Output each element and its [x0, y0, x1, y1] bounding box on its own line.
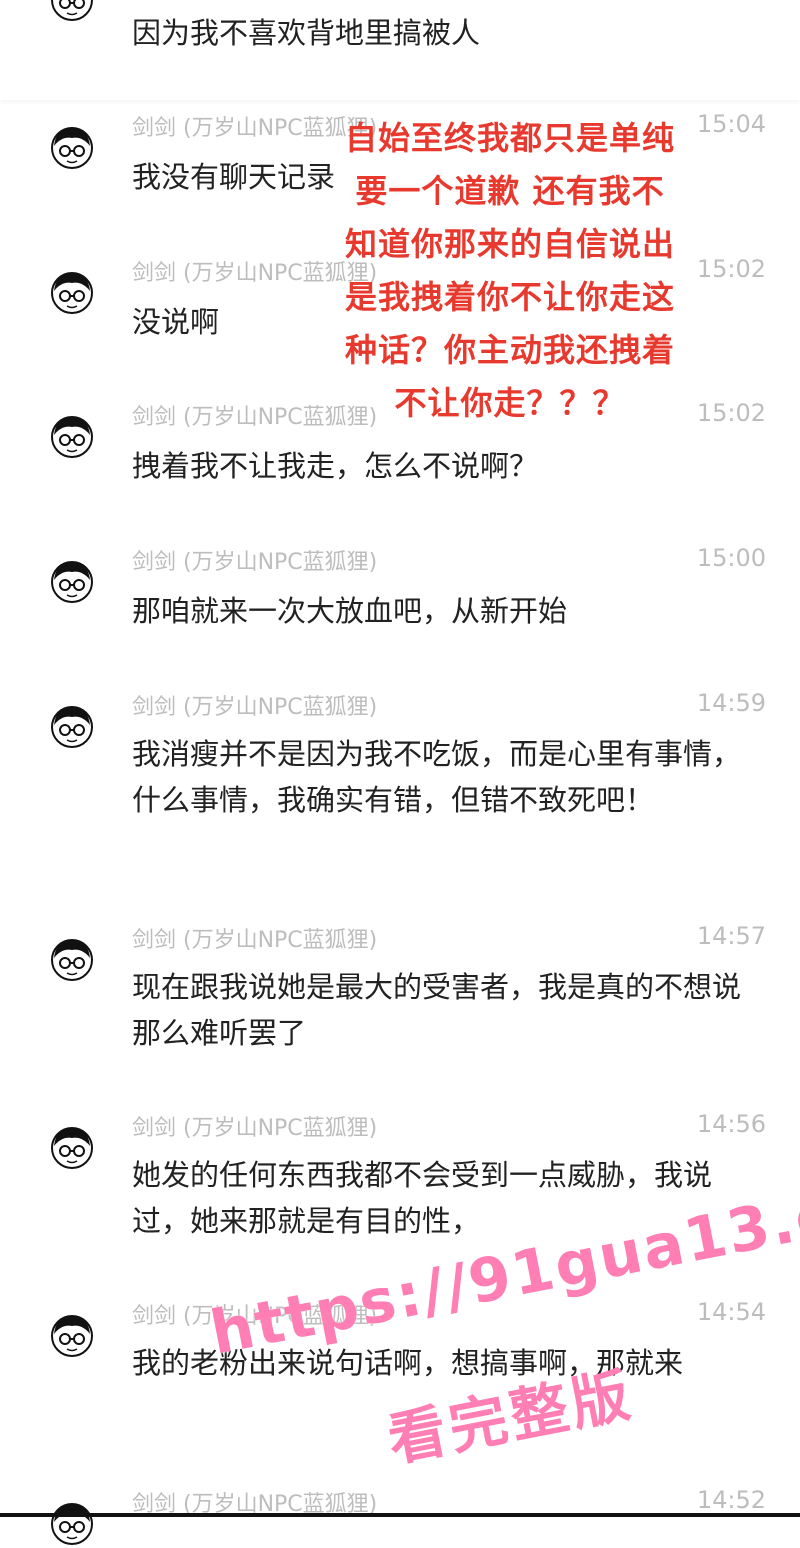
sender-name: 剑剑 (万岁山NPC蓝狐狸): [132, 405, 378, 430]
avatar-icon[interactable]: [48, 413, 96, 461]
message-time: 15:02: [696, 255, 766, 283]
message-time: 14:57: [696, 922, 766, 950]
sender-name: 剑剑 (万岁山NPC蓝狐狸): [132, 1116, 378, 1141]
sender-name: 剑剑 (万岁山NPC蓝狐狸): [132, 550, 378, 575]
avatar-icon[interactable]: [48, 0, 96, 24]
avatar-icon[interactable]: [48, 936, 96, 984]
message-time: 15:04: [696, 110, 766, 138]
top-message-card: 因为我不喜欢背地里搞被人: [0, 0, 800, 100]
sender-name: 剑剑 (万岁山NPC蓝狐狸): [132, 116, 378, 141]
message-text: 拽着我不让我走，怎么不说啊？: [132, 449, 539, 483]
message-text: 现在跟我说她是最大的受害者，我是真的不想说那么难听罢了: [132, 970, 742, 1050]
sender-name: 剑剑 (万岁山NPC蓝狐狸): [132, 928, 378, 953]
avatar-icon[interactable]: [48, 124, 96, 172]
avatar-icon[interactable]: [48, 1500, 96, 1548]
message-time: 14:56: [696, 1110, 766, 1138]
sender-name: 剑剑 (万岁山NPC蓝狐狸): [132, 261, 378, 286]
message-time: 14:54: [696, 1298, 766, 1326]
message-time: 15:00: [696, 544, 766, 572]
sender-name: 剑剑 (万岁山NPC蓝狐狸): [132, 695, 378, 720]
avatar-icon[interactable]: [48, 1312, 96, 1360]
bottom-bar: [0, 1513, 800, 1517]
avatar-icon[interactable]: [48, 558, 96, 606]
message-time: 15:02: [696, 399, 766, 427]
message-text: 我消瘦并不是因为我不吃饭，而是心里有事情，什么事情，我确实有错，但错不致死吧！: [132, 737, 742, 817]
avatar-icon[interactable]: [48, 1124, 96, 1172]
message-text: 因为我不喜欢背地里搞被人: [132, 16, 481, 50]
message-time: 14:52: [696, 1486, 766, 1514]
message-text: 那咱就来一次大放血吧，从新开始: [132, 594, 568, 628]
overlay-note: 自始至终我都只是单纯要一个道歉 还有我不知道你那来的自信说出是我拽着你不让你走这…: [345, 119, 676, 422]
message-time: 14:59: [696, 689, 766, 717]
avatar-icon[interactable]: [48, 703, 96, 751]
avatar-icon[interactable]: [48, 269, 96, 317]
